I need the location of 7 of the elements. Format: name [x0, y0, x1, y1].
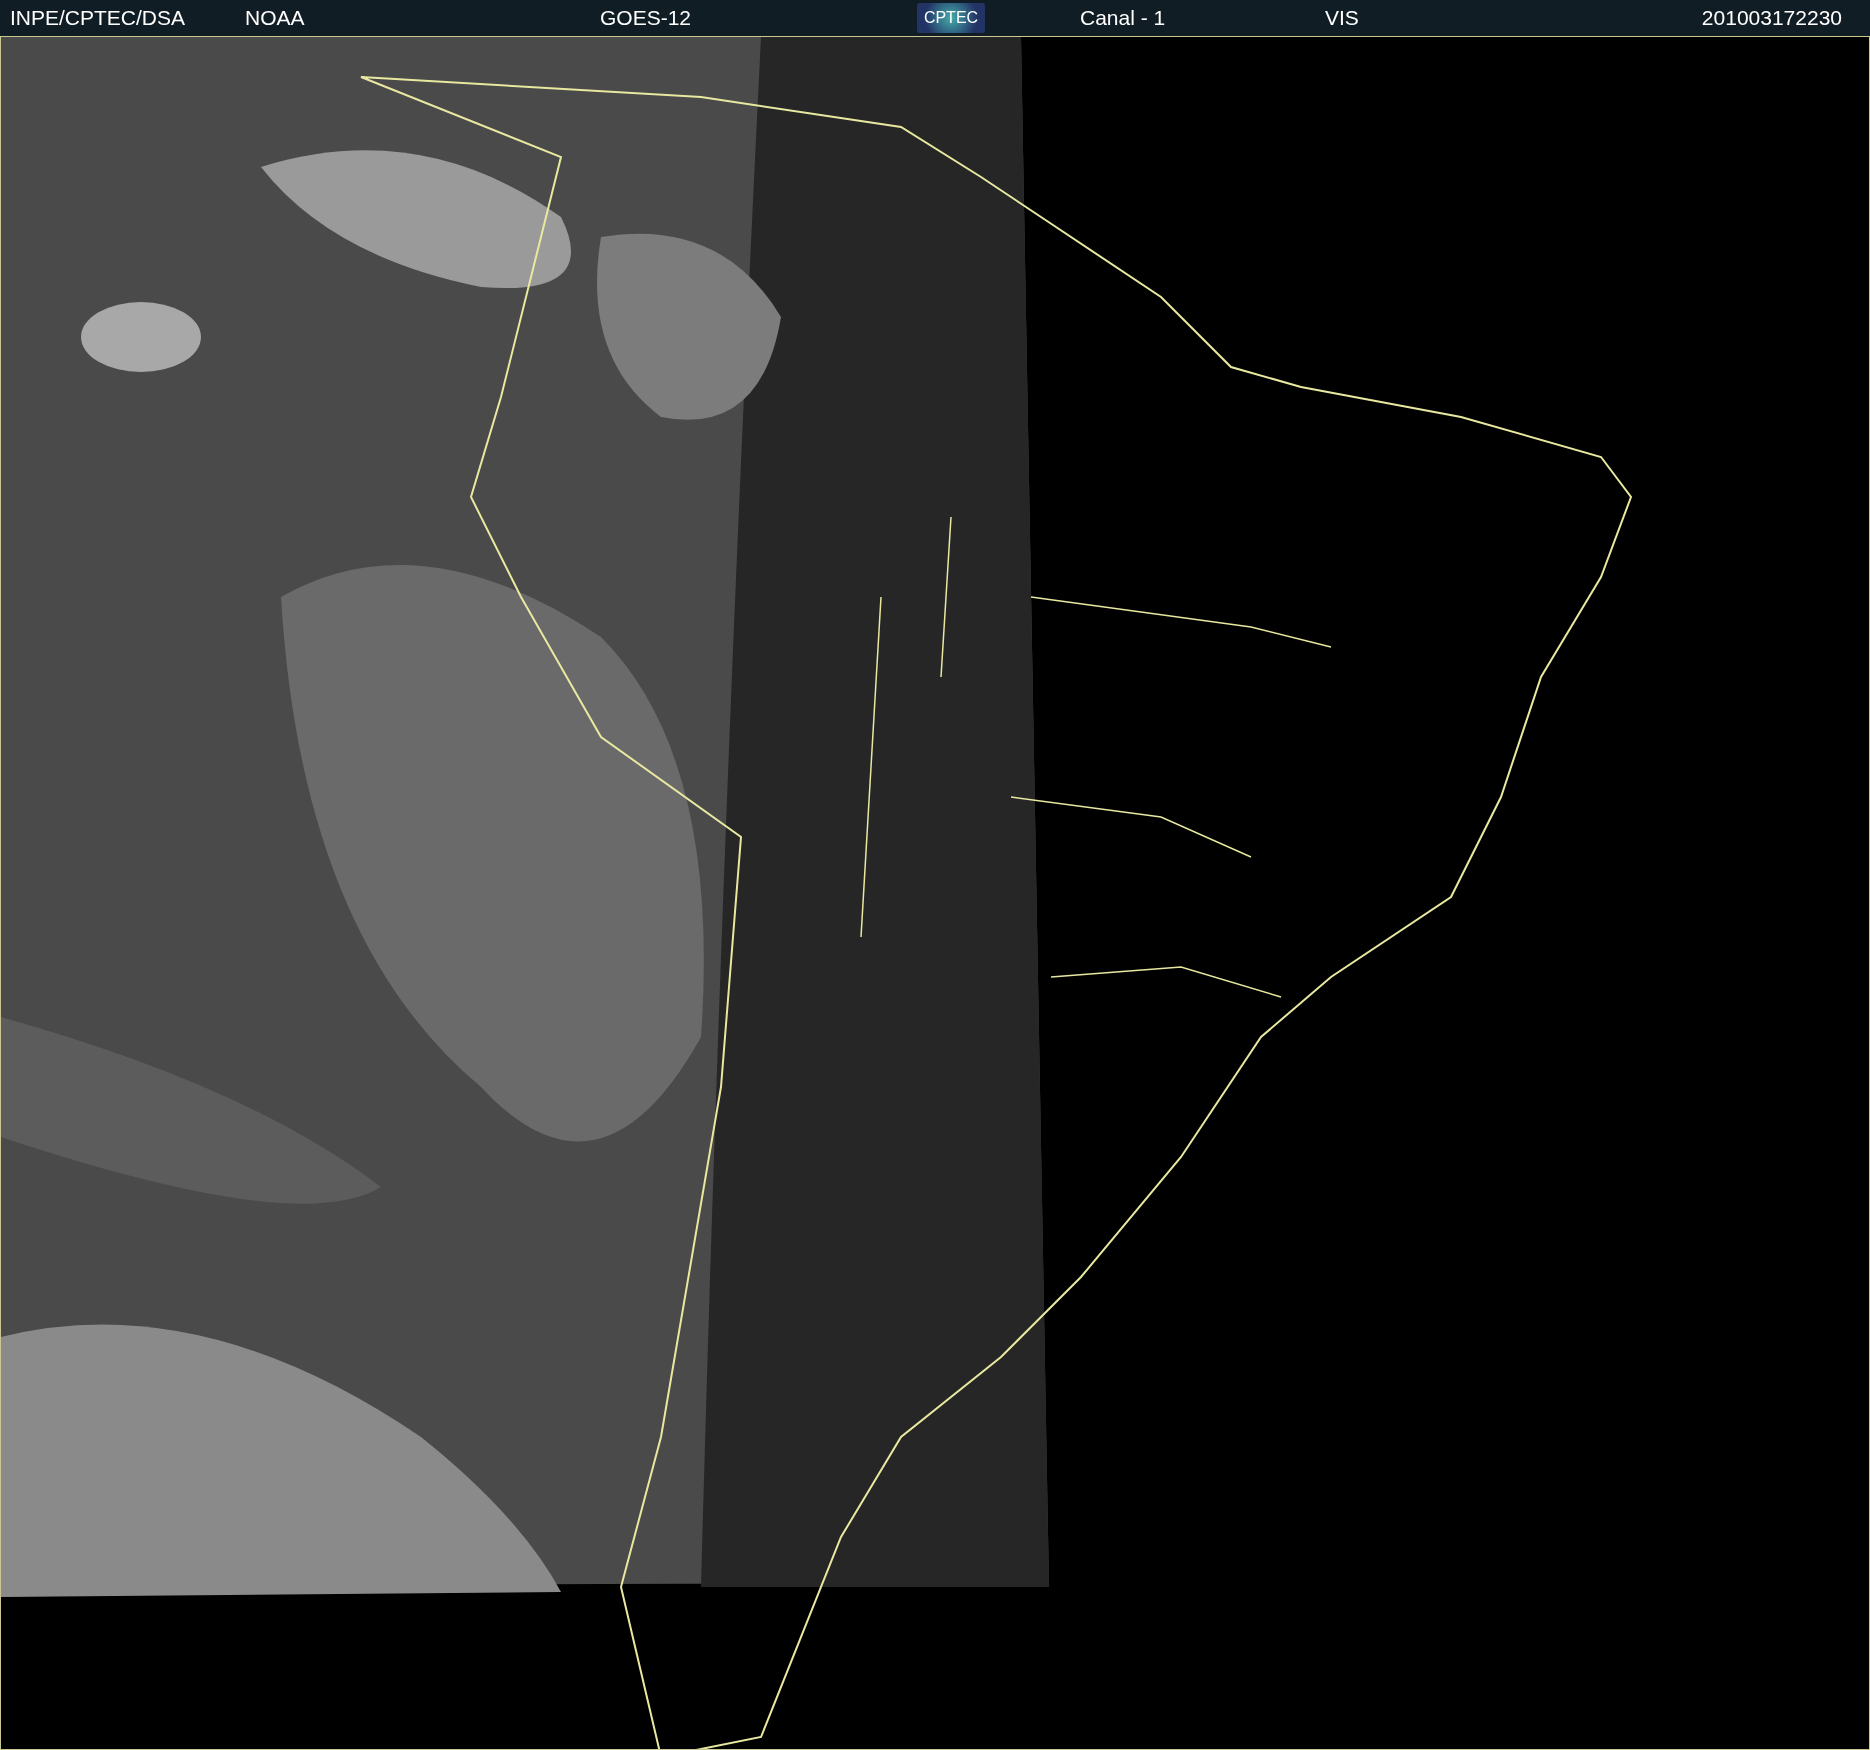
- satellite-label: GOES-12: [600, 6, 693, 30]
- timestamp-label: 201003172230: [1701, 6, 1842, 30]
- band-label: VIS: [1325, 6, 1360, 30]
- source-label: NOAA: [245, 6, 306, 30]
- channel-label: Canal - 1: [1080, 6, 1167, 30]
- agency-label: INPE/CPTEC/DSA: [10, 6, 187, 30]
- logo: CPTEC: [917, 3, 985, 33]
